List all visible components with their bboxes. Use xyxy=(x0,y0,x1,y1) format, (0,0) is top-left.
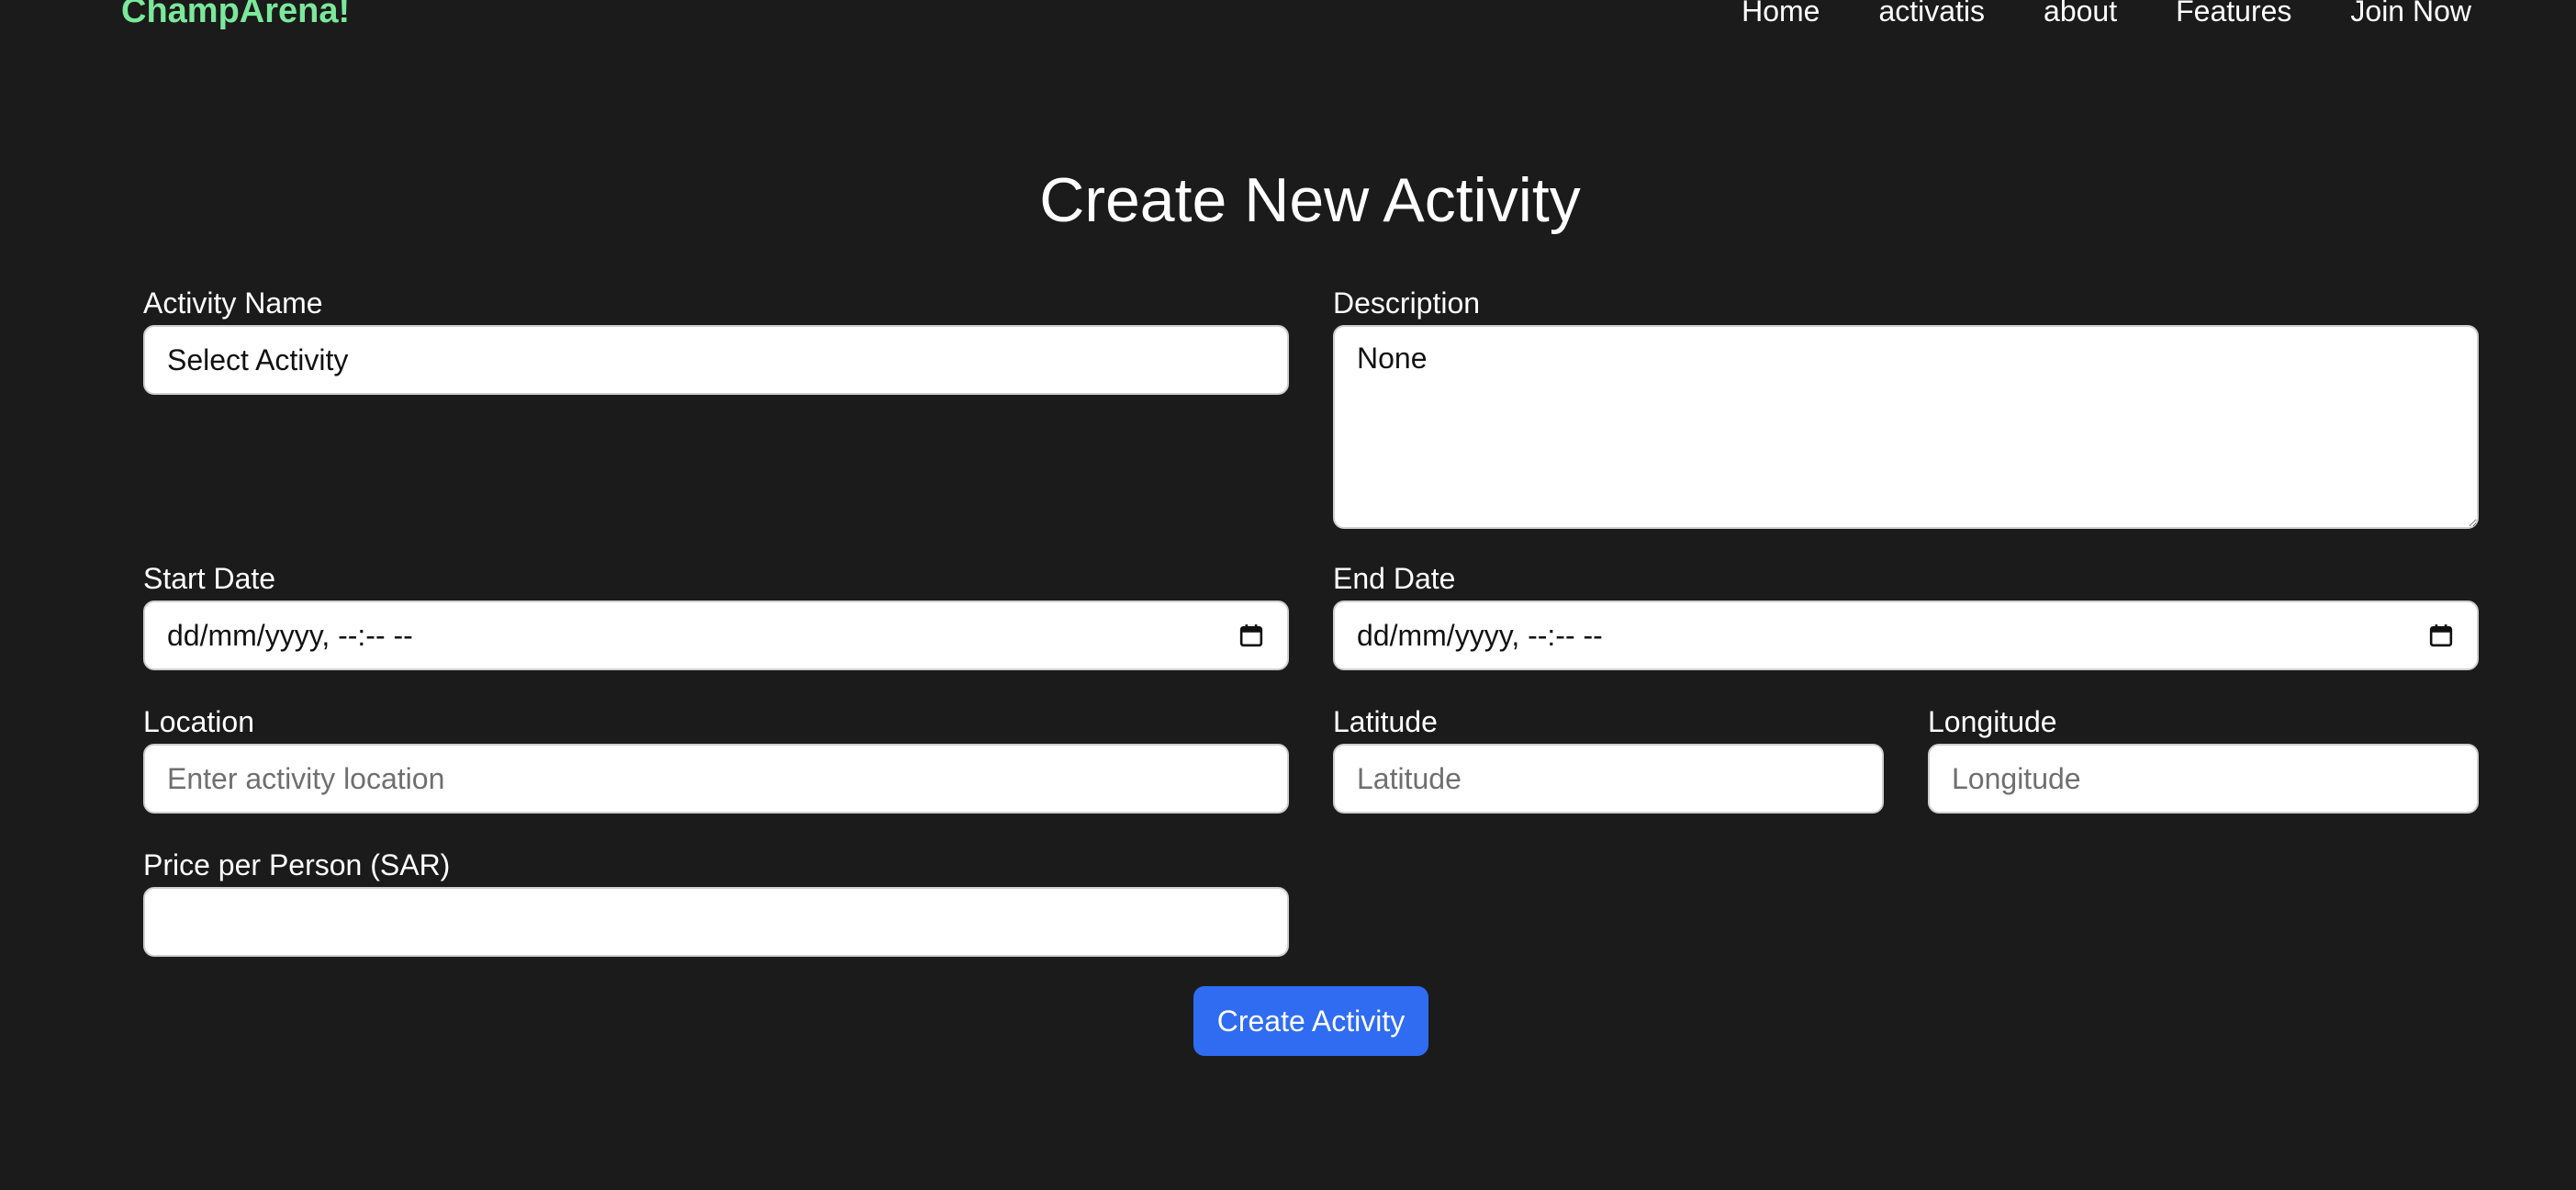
nav-about-link[interactable]: about xyxy=(2044,0,2117,31)
end-date-input[interactable]: dd/mm/yyyy, --:-- -- xyxy=(1333,601,2479,670)
create-activity-button[interactable]: Create Activity xyxy=(1193,986,1428,1056)
top-nav: Home activatis about Features Join Now xyxy=(1742,0,2471,31)
longitude-input[interactable] xyxy=(1928,744,2479,814)
latitude-input[interactable] xyxy=(1333,744,1884,814)
activity-name-value: Select Activity xyxy=(167,342,349,376)
calendar-icon[interactable] xyxy=(1239,623,1263,647)
nav-join-now-link[interactable]: Join Now xyxy=(2350,0,2471,31)
start-date-value: dd/mm/yyyy, --:-- -- xyxy=(167,618,413,652)
calendar-icon[interactable] xyxy=(2429,623,2453,647)
location-label: Location xyxy=(143,705,254,738)
description-textarea[interactable]: None xyxy=(1333,325,2479,529)
price-label: Price per Person (SAR) xyxy=(143,848,451,881)
nav-activatis-link[interactable]: activatis xyxy=(1878,0,1985,31)
nav-features-link[interactable]: Features xyxy=(2176,0,2291,31)
start-date-label: Start Date xyxy=(143,562,276,595)
page-title: Create New Activity xyxy=(1039,165,1581,235)
activity-name-select[interactable]: Select Activity xyxy=(143,325,1289,395)
start-date-input[interactable]: dd/mm/yyyy, --:-- -- xyxy=(143,601,1289,670)
location-input[interactable] xyxy=(143,744,1289,814)
description-label: Description xyxy=(1333,286,1481,320)
brand-logo[interactable]: ChampArena! xyxy=(121,0,350,31)
activity-name-label: Activity Name xyxy=(143,286,323,320)
price-input[interactable] xyxy=(143,887,1289,957)
latitude-label: Latitude xyxy=(1333,705,1438,738)
longitude-label: Longitude xyxy=(1928,705,2057,738)
end-date-label: End Date xyxy=(1333,562,1456,595)
end-date-value: dd/mm/yyyy, --:-- -- xyxy=(1357,618,1603,652)
nav-home-link[interactable]: Home xyxy=(1742,0,1820,31)
